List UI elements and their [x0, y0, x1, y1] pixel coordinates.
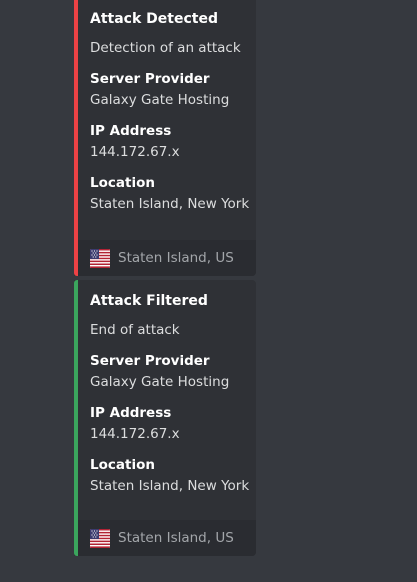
field-value-location: Staten Island, New York	[90, 196, 250, 212]
attack-detected-embed: Attack Detected Detection of an attack S…	[74, 0, 256, 276]
field-value-ip-address: 144.172.67.x	[90, 144, 180, 160]
us-flag-icon	[90, 248, 110, 268]
field-name-ip-address: IP Address	[90, 405, 172, 421]
us-flag-icon	[90, 528, 110, 548]
embed-footer: Staten Island, US	[78, 240, 256, 276]
embed-title: Attack Filtered	[90, 293, 208, 309]
field-name-location: Location	[90, 457, 155, 473]
embed-title: Attack Detected	[90, 11, 218, 27]
field-value-ip-address: 144.172.67.x	[90, 426, 180, 442]
embed-accent-bar	[74, 280, 78, 556]
embed-footer: Staten Island, US	[78, 520, 256, 556]
field-value-location: Staten Island, New York	[90, 478, 250, 494]
attack-filtered-embed: Attack Filtered End of attack Server Pro…	[74, 280, 256, 556]
field-value-server-provider: Galaxy Gate Hosting	[90, 374, 230, 390]
field-name-ip-address: IP Address	[90, 123, 172, 139]
embed-description: Detection of an attack	[90, 40, 241, 56]
field-name-server-provider: Server Provider	[90, 353, 210, 369]
field-name-server-provider: Server Provider	[90, 71, 210, 87]
embed-accent-bar	[74, 0, 78, 276]
footer-location-text: Staten Island, US	[118, 530, 234, 546]
field-value-server-provider: Galaxy Gate Hosting	[90, 92, 230, 108]
embed-description: End of attack	[90, 322, 180, 338]
field-name-location: Location	[90, 175, 155, 191]
footer-location-text: Staten Island, US	[118, 250, 234, 266]
